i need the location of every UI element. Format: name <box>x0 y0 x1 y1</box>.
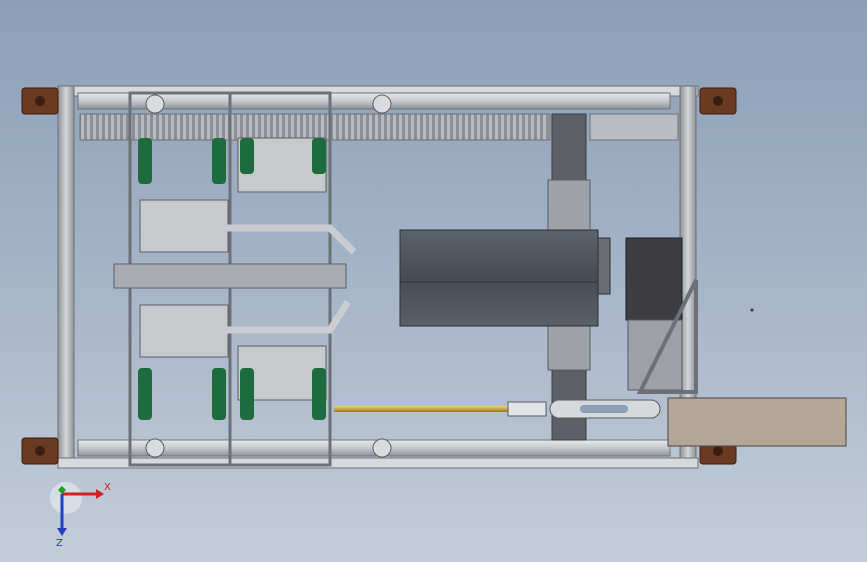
gear-motor <box>625 237 683 321</box>
x-axis-label: X <box>104 482 111 493</box>
gear-rack <box>79 113 551 141</box>
triad-origin-shadow <box>50 482 82 514</box>
drive-motor <box>399 229 599 327</box>
gear-motor-housing <box>627 319 683 391</box>
cad-viewport[interactable] <box>0 0 867 562</box>
x-arrow-head <box>96 489 104 499</box>
z-arrow-head <box>57 528 67 536</box>
view-orientation-triad: X Z <box>50 482 111 549</box>
motor-flange <box>597 237 611 295</box>
output-chute <box>667 397 847 447</box>
stray-point <box>750 308 754 312</box>
rod-clevis <box>507 401 547 417</box>
link-slot <box>580 405 628 413</box>
connecting-rod <box>334 406 510 412</box>
rack-support-plate <box>589 113 679 141</box>
column-clamp-bottom <box>547 319 591 371</box>
z-axis-label: Z <box>56 538 63 549</box>
column-clamp-top <box>547 179 591 231</box>
